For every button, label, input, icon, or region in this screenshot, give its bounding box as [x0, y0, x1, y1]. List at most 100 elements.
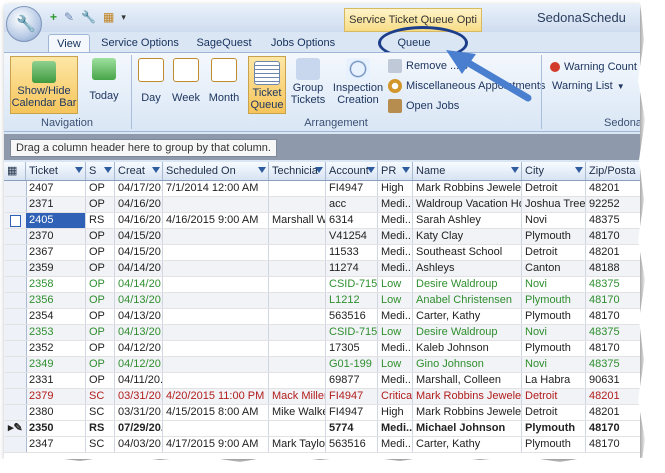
- cell-scheduled-on[interactable]: [163, 341, 269, 356]
- cell-status[interactable]: OP: [86, 309, 115, 324]
- week-view-button[interactable]: Week: [170, 58, 202, 112]
- cell-priority[interactable]: Low: [378, 325, 413, 340]
- cell-account[interactable]: 11274: [326, 261, 378, 276]
- row-indicator[interactable]: ▸✎: [4, 421, 27, 436]
- filter-icon[interactable]: [575, 167, 583, 173]
- column-header-status[interactable]: S: [86, 162, 115, 180]
- column-chooser-icon[interactable]: ▦: [4, 162, 26, 180]
- cell-created[interactable]: 04/11/20...: [115, 373, 163, 388]
- filter-icon[interactable]: [367, 167, 375, 173]
- inspection-creation-button[interactable]: Inspection Creation: [332, 58, 384, 112]
- cell-created[interactable]: 04/03/20...: [115, 437, 163, 452]
- row-indicator[interactable]: [4, 261, 27, 276]
- cell-account[interactable]: 17305: [326, 341, 378, 356]
- cell-ticket[interactable]: 2331: [26, 373, 86, 388]
- column-header-scheduled-on[interactable]: Scheduled On: [163, 162, 269, 180]
- cell-city[interactable]: Novi: [522, 277, 586, 292]
- cell-name[interactable]: Southeast School: [413, 245, 522, 260]
- cell-zip[interactable]: 48375: [586, 213, 640, 228]
- cell-name[interactable]: Mark Robbins Jewelers: [413, 405, 522, 420]
- column-header-city[interactable]: City: [522, 162, 586, 180]
- cell-account[interactable]: 5774: [326, 421, 378, 436]
- table-row[interactable]: 2367OP04/15/20... 11533Medi...Southeast S…: [4, 245, 640, 261]
- table-row[interactable]: 2349OP04/12/20... G01-199LowGino JohnsonN…: [4, 357, 640, 373]
- cell-ticket[interactable]: 2349: [26, 357, 86, 372]
- cell-ticket[interactable]: 2379: [26, 389, 86, 404]
- cell-account[interactable]: L1212: [326, 293, 378, 308]
- cell-name[interactable]: Waldroup Vacation Ho...: [413, 197, 522, 212]
- cell-city[interactable]: Plymouth: [522, 341, 586, 356]
- cell-scheduled-on[interactable]: [163, 261, 269, 276]
- cell-status[interactable]: OP: [86, 229, 115, 244]
- cell-account[interactable]: 11533: [326, 245, 378, 260]
- column-header-name[interactable]: Name: [413, 162, 522, 180]
- cell-name[interactable]: Desire Waldroup: [413, 277, 522, 292]
- table-row[interactable]: 2371OP04/16/20... accMedi...Waldroup Vaca…: [4, 197, 640, 213]
- cell-zip[interactable]: 48201: [586, 389, 640, 404]
- cell-zip[interactable]: 48188: [586, 261, 640, 276]
- cell-created[interactable]: 04/14/20...: [115, 277, 163, 292]
- cell-city[interactable]: Detroit: [522, 389, 586, 404]
- open-jobs-button[interactable]: Open Jobs: [388, 99, 459, 113]
- cell-zip[interactable]: 48170: [586, 293, 640, 308]
- day-view-button[interactable]: Day: [136, 58, 166, 112]
- warning-count-button[interactable]: Warning Count = 9: [550, 61, 640, 73]
- cell-city[interactable]: Plymouth: [522, 293, 586, 308]
- cell-created[interactable]: 04/17/20...: [115, 181, 163, 196]
- cell-account[interactable]: 69877: [326, 373, 378, 388]
- cell-name[interactable]: Marshall, Colleen: [413, 373, 522, 388]
- cell-status[interactable]: OP: [86, 357, 115, 372]
- table-row[interactable]: 2358OP04/14/20... CSID-7157LowDesire Wald…: [4, 277, 640, 293]
- cell-ticket[interactable]: 2352: [26, 341, 86, 356]
- cell-created[interactable]: 04/13/20...: [115, 293, 163, 308]
- cell-zip[interactable]: 48170: [586, 341, 640, 356]
- cell-created[interactable]: 03/31/20...: [115, 405, 163, 420]
- cell-ticket[interactable]: 2347: [26, 437, 86, 452]
- table-row[interactable]: ▸✎2350RS07/29/20... 5774Medi...Michael Jo…: [4, 421, 640, 437]
- cell-created[interactable]: 04/16/20...: [115, 213, 163, 228]
- cell-technician[interactable]: [269, 197, 326, 212]
- column-header-technician[interactable]: Technicia: [269, 162, 326, 180]
- cell-priority[interactable]: Medi...: [378, 197, 413, 212]
- cell-city[interactable]: Canton: [522, 261, 586, 276]
- row-indicator[interactable]: [4, 325, 27, 340]
- cell-status[interactable]: OP: [86, 261, 115, 276]
- cell-priority[interactable]: High: [378, 405, 413, 420]
- cell-ticket[interactable]: 2380: [26, 405, 86, 420]
- cell-city[interactable]: La Habra: [522, 373, 586, 388]
- tab-sagequest[interactable]: SageQuest: [192, 34, 256, 52]
- cell-scheduled-on[interactable]: [163, 277, 269, 292]
- row-indicator[interactable]: [4, 405, 27, 420]
- cell-account[interactable]: 6314: [326, 213, 378, 228]
- cell-status[interactable]: OP: [86, 293, 115, 308]
- cell-city[interactable]: Novi: [522, 213, 586, 228]
- tab-service-options[interactable]: Service Options: [100, 34, 180, 52]
- cell-account[interactable]: G01-199: [326, 357, 378, 372]
- cell-scheduled-on[interactable]: [163, 325, 269, 340]
- cell-zip[interactable]: 48170: [586, 437, 640, 452]
- table-row[interactable]: 2352OP04/12/20... 17305Medi...Kaleb Johns…: [4, 341, 640, 357]
- cell-scheduled-on[interactable]: [163, 197, 269, 212]
- cell-created[interactable]: 04/14/20...: [115, 261, 163, 276]
- cell-zip[interactable]: 48170: [586, 229, 640, 244]
- show-hide-calendar-bar-button[interactable]: Show/Hide Calendar Bar: [10, 56, 78, 114]
- filter-icon[interactable]: [511, 167, 519, 173]
- cell-technician[interactable]: Mike Walker: [269, 405, 326, 420]
- remove-button[interactable]: Remove ...ts: [388, 59, 468, 73]
- cell-account[interactable]: CSID-7157: [326, 277, 378, 292]
- cell-ticket[interactable]: 2371: [26, 197, 86, 212]
- table-row[interactable]: 2331OP04/11/20... 69877Medi...Marshall, C…: [4, 373, 640, 389]
- cell-technician[interactable]: Marshall W...: [269, 213, 326, 228]
- filter-icon[interactable]: [402, 167, 410, 173]
- cell-scheduled-on[interactable]: 4/17/2015 9:00 AM: [163, 437, 269, 452]
- cell-ticket[interactable]: 2405: [26, 213, 86, 228]
- cell-name[interactable]: Katy Clay: [413, 229, 522, 244]
- row-indicator[interactable]: [4, 181, 27, 196]
- cell-technician[interactable]: [269, 421, 326, 436]
- row-indicator[interactable]: [4, 197, 27, 212]
- cell-ticket[interactable]: 2354: [26, 309, 86, 324]
- wrench-icon[interactable]: 🔧: [81, 10, 96, 24]
- table-row[interactable]: 2347SC04/03/20...4/17/2015 9:00 AMMark T…: [4, 437, 640, 453]
- cell-ticket[interactable]: 2359: [26, 261, 86, 276]
- row-indicator[interactable]: [4, 437, 27, 452]
